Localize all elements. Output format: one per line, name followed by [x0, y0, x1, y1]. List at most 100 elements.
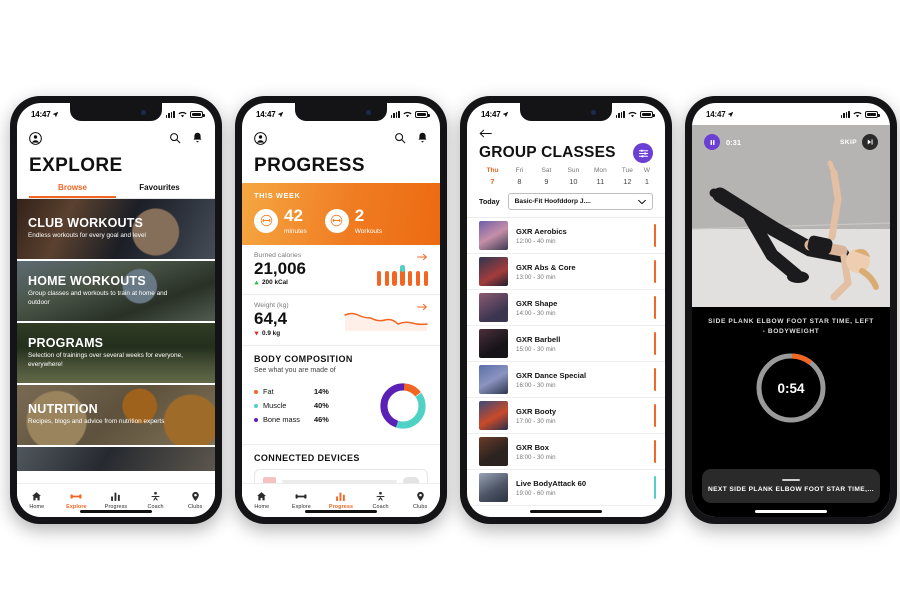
class-time: 18:00 - 30 min [516, 453, 556, 461]
day-number: 1 [644, 177, 649, 186]
day-selector: Thu 7 Fri 8 Sat 9 Sun 10 Mon 11 Tue 12 W… [467, 167, 665, 186]
nav-label: Clubs [413, 503, 428, 510]
calories-bar-chart [376, 264, 428, 287]
day-sat[interactable]: Sat 9 [533, 167, 560, 186]
tab-favourites[interactable]: Favourites [116, 183, 203, 198]
card-subtitle: Group classes and workouts to train at h… [28, 289, 168, 306]
weight-metric[interactable]: Weight (kg) 64,4 0.9 kg [242, 295, 440, 346]
back-button[interactable] [467, 125, 665, 142]
search-icon[interactable] [169, 132, 181, 144]
phone-explore-screen: 14:47 EXPLORE Browse Favourites CLUB WOR… [17, 103, 215, 517]
card-title: PROGRAMS [28, 335, 104, 350]
triangle-down-icon [254, 331, 259, 336]
tab-browse[interactable]: Browse [29, 183, 116, 198]
nav-item-coach[interactable]: Coach [361, 491, 401, 510]
home-indicator[interactable] [755, 509, 827, 513]
class-row[interactable]: GXR Abs & Core 13:00 - 30 min [467, 254, 665, 290]
skip-next-icon[interactable] [862, 134, 878, 150]
screenshot-canvas: 14:47 EXPLORE Browse Favourites CLUB WOR… [0, 0, 900, 600]
location-arrow-icon [53, 111, 59, 117]
group-classes-header: GROUP CLASSES [467, 142, 665, 167]
class-row[interactable]: Live BodyAttack 60 19:00 - 60 min [467, 470, 665, 506]
next-exercise-panel[interactable]: NEXT SIDE PLANK ELBOW FOOT STAR TIME,... [702, 469, 880, 503]
phone-explore: 14:47 EXPLORE Browse Favourites CLUB WOR… [10, 96, 222, 524]
class-row[interactable]: GXR Box 18:00 - 30 min [467, 434, 665, 470]
home-indicator[interactable] [305, 509, 377, 513]
card-title: NUTRITION [28, 402, 98, 417]
nav-item-clubs[interactable]: Clubs [400, 491, 440, 510]
legend-label: Bone mass [263, 415, 300, 425]
class-row[interactable]: GXR Aerobics 12:00 - 40 min [467, 218, 665, 254]
nav-label: Home [254, 503, 270, 510]
class-meta: GXR Shape 14:00 - 30 min [516, 299, 557, 317]
club-select[interactable]: Basic-Fit Hoofddorp J.... [507, 193, 653, 210]
phone-group-classes: 14:47 GROUP CLASSES Thu 7 Fri 8 Sat 9 Su… [460, 96, 672, 524]
class-time: 16:00 - 30 min [516, 381, 556, 389]
nav-item-coach[interactable]: Coach [136, 491, 176, 510]
nav-item-home[interactable]: Home [242, 491, 282, 510]
card-subtitle: Recipes, blogs and advice from nutrition… [28, 418, 165, 426]
class-thumbnail [479, 473, 508, 502]
class-row[interactable]: GXR Barbell 15:00 - 30 min [467, 326, 665, 362]
bell-icon[interactable] [417, 132, 428, 144]
class-name: GXR Aerobics [516, 226, 567, 236]
explore-card-home-workouts[interactable]: HOME WORKOUTS Group classes and workouts… [17, 261, 215, 323]
coach-icon [151, 492, 160, 501]
class-thumbnail [479, 293, 508, 322]
profile-icon[interactable] [254, 131, 267, 145]
day-name: Tue [621, 167, 633, 174]
explore-card-club-workouts[interactable]: CLUB WORKOUTS Endless workouts for every… [17, 199, 215, 261]
filter-icon[interactable] [633, 143, 653, 163]
class-name: GXR Booty [516, 406, 557, 416]
weight-line-chart [344, 309, 428, 336]
this-week-stats: 42 minutes 2 Workouts [254, 207, 428, 235]
location-pin-icon [191, 492, 199, 502]
day-fri[interactable]: Fri 8 [506, 167, 533, 186]
nav-item-progress[interactable]: Progress [96, 491, 136, 510]
drag-handle[interactable] [782, 478, 800, 482]
class-row[interactable]: GXR Booty 17:00 - 30 min [467, 398, 665, 434]
section-subtitle: See what you are made of [254, 366, 336, 374]
day-mon[interactable]: Mon 11 [587, 167, 614, 186]
battery-icon [865, 110, 880, 118]
day-number: 12 [623, 177, 632, 186]
class-accent-bar [654, 476, 656, 499]
class-meta: GXR Aerobics 12:00 - 40 min [516, 227, 567, 245]
class-name: GXR Barbell [516, 334, 561, 344]
class-name: Live BodyAttack 60 [516, 478, 587, 488]
nav-item-home[interactable]: Home [17, 491, 57, 510]
nav-item-explore[interactable]: Explore [57, 491, 97, 510]
search-icon[interactable] [394, 132, 406, 144]
arrow-right-icon[interactable] [417, 253, 428, 263]
wifi-icon [178, 111, 187, 117]
phone-group-classes-screen: 14:47 GROUP CLASSES Thu 7 Fri 8 Sat 9 Su… [467, 103, 665, 517]
explore-card-partial[interactable] [17, 447, 215, 473]
day-sun[interactable]: Sun 10 [560, 167, 587, 186]
exercise-title: SIDE PLANK ELBOW FOOT STAR TIME, LEFT - … [708, 318, 874, 335]
class-row[interactable]: GXR Dance Special 16:00 - 30 min [467, 362, 665, 398]
home-indicator[interactable] [80, 509, 152, 513]
dumbbell-icon [295, 494, 307, 499]
class-row[interactable]: GXR Shape 14:00 - 30 min [467, 290, 665, 326]
day-thu[interactable]: Thu 7 [479, 167, 506, 186]
skip-label[interactable]: SKIP [840, 139, 857, 146]
pause-icon[interactable] [704, 134, 720, 150]
battery-icon [640, 110, 655, 118]
chart-bar [376, 271, 382, 287]
nav-item-progress[interactable]: Progress [321, 491, 361, 510]
triangle-up-icon [254, 280, 259, 285]
home-indicator[interactable] [530, 509, 602, 513]
nav-item-clubs[interactable]: Clubs [175, 491, 215, 510]
class-accent-bar [654, 296, 656, 319]
calories-metric[interactable]: Burned calories 21,006 200 kCal [242, 245, 440, 296]
today-and-club-row: Today Basic-Fit Hoofddorp J.... [467, 186, 665, 217]
bell-icon[interactable] [192, 132, 203, 144]
nav-item-explore[interactable]: Explore [282, 491, 322, 510]
explore-card-nutrition[interactable]: NUTRITION Recipes, blogs and advice from… [17, 385, 215, 447]
explore-card-programs[interactable]: PROGRAMS Selection of trainings over sev… [17, 323, 215, 385]
class-name: GXR Abs & Core [516, 262, 576, 272]
profile-icon[interactable] [29, 131, 42, 145]
status-bar: 14:47 [692, 103, 890, 125]
day-wed-partial[interactable]: W 1 [641, 167, 653, 186]
day-tue[interactable]: Tue 12 [614, 167, 641, 186]
